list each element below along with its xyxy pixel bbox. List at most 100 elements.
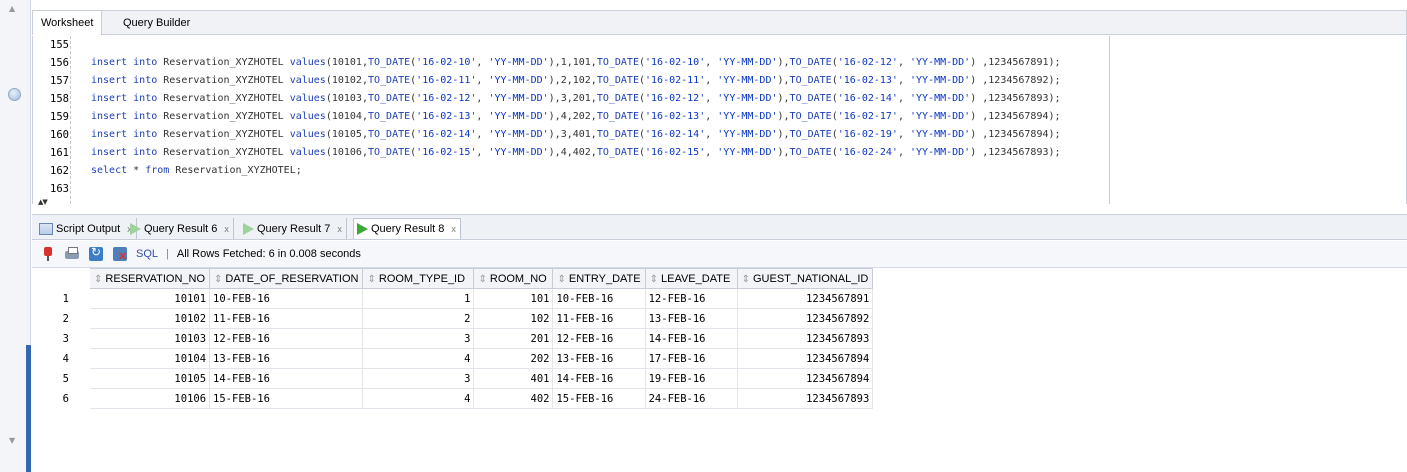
tab-query-result-8[interactable]: Query Result 8 x <box>353 218 461 239</box>
run-result-icon <box>357 223 368 235</box>
table-cell[interactable]: 101 <box>473 288 554 309</box>
table-row[interactable]: 3 10103 12-FEB-16 3 201 12-FEB-16 14-FEB-16 123… <box>32 328 874 349</box>
column-header[interactable]: ⇕ ENTRY_DATE <box>552 268 646 289</box>
splitter-arrows-icon[interactable]: ▲▼ <box>38 198 48 206</box>
splitter-region: ▲▼ <box>32 0 72 214</box>
left-gutter-strip: ▲ ▼ <box>0 0 31 472</box>
row-number: 2 <box>32 308 90 329</box>
table-cell[interactable]: 3 <box>362 368 475 389</box>
close-tab-icon[interactable]: x <box>451 219 456 239</box>
table-cell[interactable]: 14-FEB-16 <box>552 368 646 389</box>
column-header[interactable]: ⇕ RESERVATION_NO <box>88 268 211 289</box>
tab-query-result-6[interactable]: Query Result 6 x <box>127 218 234 239</box>
column-header[interactable]: ⇕ ROOM_TYPE_ID <box>362 268 475 289</box>
results-grid[interactable]: ⇕ RESERVATION_NO ⇕ DATE_OF_RESERVATION ⇕ RO… <box>32 268 874 409</box>
table-cell[interactable]: 1 <box>362 288 475 309</box>
print-icon[interactable] <box>64 246 80 262</box>
table-cell[interactable]: 19-FEB-16 <box>644 368 738 389</box>
row-number: 6 <box>32 388 90 409</box>
column-header[interactable]: ⇕ LEAVE_DATE <box>644 268 738 289</box>
code-area[interactable]: 155 156 157 158 159 160 161 162 163 inse… <box>32 36 1407 204</box>
refresh-icon[interactable] <box>88 245 104 262</box>
column-header[interactable]: ⇕ GUEST_NATIONAL_ID <box>736 268 874 289</box>
table-cell[interactable]: 10104 <box>88 348 211 369</box>
close-tab-icon[interactable]: x <box>224 219 229 239</box>
table-cell[interactable]: 13-FEB-16 <box>644 308 738 329</box>
scroll-up-arrow-icon[interactable]: ▲ <box>9 4 15 13</box>
table-cell[interactable]: 24-FEB-16 <box>644 388 738 409</box>
table-cell[interactable]: 1234567893 <box>736 328 874 349</box>
table-cell[interactable]: 1234567894 <box>736 368 874 389</box>
accent-bar <box>26 345 31 472</box>
table-row[interactable]: 4 10104 13-FEB-16 4 202 13-FEB-16 17-FEB-16 123… <box>32 348 874 369</box>
table-cell[interactable]: 10-FEB-16 <box>552 288 646 309</box>
sql-button[interactable]: SQL <box>136 248 158 260</box>
table-cell[interactable]: 14-FEB-16 <box>209 368 364 389</box>
table-row[interactable]: 2 10102 11-FEB-16 2 102 11-FEB-16 13-FEB-16 123… <box>32 308 874 329</box>
sort-icon: ⇕ <box>478 273 487 285</box>
scroll-down-arrow-icon[interactable]: ▼ <box>9 436 15 445</box>
row-number: 4 <box>32 348 90 369</box>
editor-tab-bar: Worksheet Query Builder <box>32 10 1407 35</box>
table-cell[interactable]: 2 <box>362 308 475 329</box>
table-cell[interactable]: 1234567891 <box>736 288 874 309</box>
sort-icon: ⇕ <box>557 273 566 285</box>
row-number: 5 <box>32 368 90 389</box>
table-cell[interactable]: 11-FEB-16 <box>209 308 364 329</box>
table-cell[interactable]: 10103 <box>88 328 211 349</box>
column-header[interactable]: ⇕ DATE_OF_RESERVATION <box>209 268 364 289</box>
table-cell[interactable]: 11-FEB-16 <box>552 308 646 329</box>
close-tab-icon[interactable]: x <box>337 219 342 239</box>
table-row[interactable]: 6 10106 15-FEB-16 4 402 15-FEB-16 24-FEB-16 123… <box>32 388 874 409</box>
table-cell[interactable]: 14-FEB-16 <box>644 328 738 349</box>
pin-icon[interactable] <box>40 246 56 262</box>
table-cell[interactable]: 13-FEB-16 <box>552 348 646 369</box>
table-cell[interactable]: 15-FEB-16 <box>209 388 364 409</box>
script-output-icon <box>39 222 53 235</box>
output-tab-bar: Script Output x Query Result 6 x Query R… <box>32 214 1407 240</box>
table-cell[interactable]: 3 <box>362 328 475 349</box>
table-cell[interactable]: 12-FEB-16 <box>552 328 646 349</box>
code-line: insert into Reservation_XYZHOTEL values(… <box>91 147 1061 158</box>
tab-script-output[interactable]: Script Output x <box>36 218 137 239</box>
table-cell[interactable]: 201 <box>473 328 554 349</box>
table-cell[interactable]: 1234567892 <box>736 308 874 329</box>
result-toolbar: SQL | All Rows Fetched: 6 in 0.008 secon… <box>32 241 1407 268</box>
table-cell[interactable]: 102 <box>473 308 554 329</box>
cancel-query-icon[interactable] <box>112 246 128 263</box>
table-cell[interactable]: 10106 <box>88 388 211 409</box>
table-cell[interactable]: 10-FEB-16 <box>209 288 364 309</box>
table-cell[interactable]: 1234567893 <box>736 388 874 409</box>
table-cell[interactable]: 17-FEB-16 <box>644 348 738 369</box>
table-cell[interactable]: 402 <box>473 388 554 409</box>
table-cell[interactable]: 202 <box>473 348 554 369</box>
tab-label: Query Result 6 <box>144 222 218 235</box>
table-row[interactable]: 1 10101 10-FEB-16 1 101 10-FEB-16 12-FEB-16 123… <box>32 288 874 309</box>
table-cell[interactable]: 1234567894 <box>736 348 874 369</box>
row-number: 1 <box>32 288 90 309</box>
table-cell[interactable]: 401 <box>473 368 554 389</box>
sort-icon: ⇕ <box>741 273 750 285</box>
table-cell[interactable]: 10105 <box>88 368 211 389</box>
table-row[interactable]: 5 10105 14-FEB-16 3 401 14-FEB-16 19-FEB-16 123… <box>32 368 874 389</box>
table-cell[interactable]: 13-FEB-16 <box>209 348 364 369</box>
code-line: select * from Reservation_XYZHOTEL; <box>91 165 302 176</box>
table-cell[interactable]: 12-FEB-16 <box>209 328 364 349</box>
row-number-header <box>32 268 90 289</box>
column-header[interactable]: ⇕ ROOM_NO <box>473 268 554 289</box>
run-result-icon <box>130 222 141 235</box>
table-cell[interactable]: 4 <box>362 388 475 409</box>
table-cell[interactable]: 4 <box>362 348 475 369</box>
table-cell[interactable]: 10102 <box>88 308 211 329</box>
tab-label: Query Result 8 <box>371 223 445 235</box>
code-line: insert into Reservation_XYZHOTEL values(… <box>91 75 1061 86</box>
table-cell[interactable]: 10101 <box>88 288 211 309</box>
table-cell[interactable]: 12-FEB-16 <box>644 288 738 309</box>
code-line: insert into Reservation_XYZHOTEL values(… <box>91 129 1061 140</box>
tab-query-result-7[interactable]: Query Result 7 x <box>240 218 347 239</box>
sql-worksheet-editor: Worksheet Query Builder 155 156 157 158 … <box>32 0 1407 204</box>
tab-query-builder[interactable]: Query Builder <box>115 11 198 35</box>
table-cell[interactable]: 15-FEB-16 <box>552 388 646 409</box>
header-row: ⇕ RESERVATION_NO ⇕ DATE_OF_RESERVATION ⇕ RO… <box>32 268 874 289</box>
code-line: insert into Reservation_XYZHOTEL values(… <box>91 111 1061 122</box>
